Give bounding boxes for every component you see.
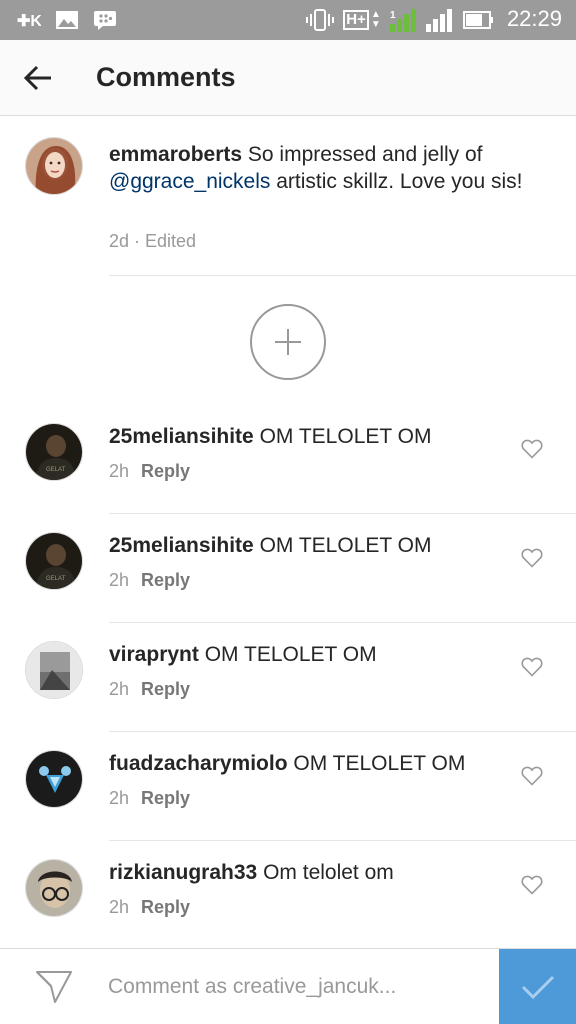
comment-username[interactable]: rizkianugrah33 — [109, 861, 257, 884]
comment-username[interactable]: 25meliansihite — [109, 425, 254, 448]
comment-time: 2h — [109, 897, 130, 917]
comment-row: GELAT 25meliansihite OM TELOLET OM 2h Rep… — [0, 514, 576, 623]
comment-composer — [0, 948, 576, 1024]
plus-icon — [275, 329, 301, 355]
svg-text:GELAT: GELAT — [46, 576, 66, 582]
bbm-icon — [92, 8, 118, 32]
back-button[interactable] — [18, 58, 58, 98]
reply-button[interactable]: Reply — [141, 461, 190, 481]
comment-row: fuadzacharymiolo OM TELOLET OM 2h Reply — [0, 732, 576, 841]
comment-body: OM TELOLET OM — [253, 425, 432, 448]
comment-text: 25meliansihite OM TELOLET OM — [109, 423, 509, 450]
avatar[interactable]: GELAT — [25, 423, 83, 481]
heart-icon — [521, 657, 543, 677]
comment-row: viraprynt OM TELOLET OM 2h Reply — [0, 623, 576, 732]
network-type-label: H+ — [343, 10, 369, 30]
gallery-icon — [54, 8, 80, 32]
comment-meta: 2h Reply — [109, 788, 190, 809]
page-title: Comments — [96, 62, 236, 92]
caption-meta: 2d · Edited — [109, 231, 197, 251]
comment-username[interactable]: 25meliansihite — [109, 534, 254, 557]
back-arrow-icon — [23, 65, 51, 91]
load-more-comments-button[interactable] — [250, 304, 326, 380]
like-button[interactable] — [520, 873, 544, 897]
heart-icon — [521, 875, 543, 895]
comment-text: viraprynt OM TELOLET OM — [109, 641, 509, 668]
reply-button[interactable]: Reply — [141, 570, 190, 590]
checkmark-icon — [521, 975, 554, 1000]
svg-text:GELAT: GELAT — [46, 467, 66, 473]
caption-body-end: artistic skillz. Love you sis! — [270, 170, 523, 193]
reply-button[interactable]: Reply — [141, 679, 190, 699]
comment-username[interactable]: fuadzacharymiolo — [109, 752, 288, 775]
avatar[interactable] — [25, 859, 83, 917]
avatar[interactable] — [25, 641, 83, 699]
svg-text:1: 1 — [390, 10, 396, 21]
comment-row: GELAT 25meliansihite OM TELOLET OM 2h Rep… — [0, 405, 576, 514]
divider — [109, 275, 576, 276]
comment-time: 2h — [109, 679, 130, 699]
caption-body: So impressed and jelly of — [242, 143, 483, 166]
avatar[interactable]: GELAT — [25, 532, 83, 590]
comment-time: 2h — [109, 570, 130, 590]
comment-meta: 2h Reply — [109, 570, 190, 591]
status-bar: ✚K H+ ▲ ▼ 1 22:29 — [0, 0, 576, 40]
heart-icon — [521, 766, 543, 786]
caption-text: emmaroberts So impressed and jelly of @g… — [109, 141, 529, 195]
avatar[interactable] — [25, 137, 83, 195]
like-button[interactable] — [520, 546, 544, 570]
status-time: 22:29 — [506, 6, 562, 31]
comment-meta: 2h Reply — [109, 897, 190, 918]
signal-sim2-icon — [424, 8, 454, 32]
svg-text:✚K: ✚K — [17, 13, 41, 28]
comment-row: rizkianugrah33 Om telolet om 2h Reply — [0, 841, 576, 950]
network-type-icon: H+ ▲ ▼ — [342, 8, 382, 32]
like-button[interactable] — [520, 437, 544, 461]
post-caption: emmaroberts So impressed and jelly of @g… — [0, 116, 576, 276]
avatar[interactable] — [25, 750, 83, 808]
vibrate-icon — [306, 8, 334, 32]
comment-body: OM TELOLET OM — [287, 752, 466, 775]
heart-icon — [521, 548, 543, 568]
reply-button[interactable]: Reply — [141, 788, 190, 808]
caption-mention[interactable]: @ggrace_nickels — [109, 170, 270, 193]
comment-body: OM TELOLET OM — [198, 643, 377, 666]
battery-icon — [462, 8, 496, 32]
vk-icon: ✚K — [16, 8, 42, 32]
comment-body: Om telolet om — [257, 861, 394, 884]
comment-meta: 2h Reply — [109, 461, 190, 482]
app-header: Comments — [0, 40, 576, 116]
comment-meta: 2h Reply — [109, 679, 190, 700]
comment-username[interactable]: viraprynt — [109, 643, 199, 666]
comment-text: rizkianugrah33 Om telolet om — [109, 859, 509, 886]
direct-share-button[interactable] — [34, 969, 74, 1005]
paper-plane-icon — [36, 971, 72, 1003]
like-button[interactable] — [520, 764, 544, 788]
comment-input[interactable] — [108, 969, 488, 1005]
heart-icon — [521, 439, 543, 459]
comment-body: OM TELOLET OM — [253, 534, 432, 557]
like-button[interactable] — [520, 655, 544, 679]
signal-sim1-icon: 1 — [388, 8, 418, 32]
comment-text: fuadzacharymiolo OM TELOLET OM — [109, 750, 509, 777]
post-comment-button[interactable] — [499, 949, 576, 1024]
comment-time: 2h — [109, 788, 130, 808]
caption-username[interactable]: emmaroberts — [109, 143, 242, 166]
comment-text: 25meliansihite OM TELOLET OM — [109, 532, 509, 559]
comment-time: 2h — [109, 461, 130, 481]
reply-button[interactable]: Reply — [141, 897, 190, 917]
